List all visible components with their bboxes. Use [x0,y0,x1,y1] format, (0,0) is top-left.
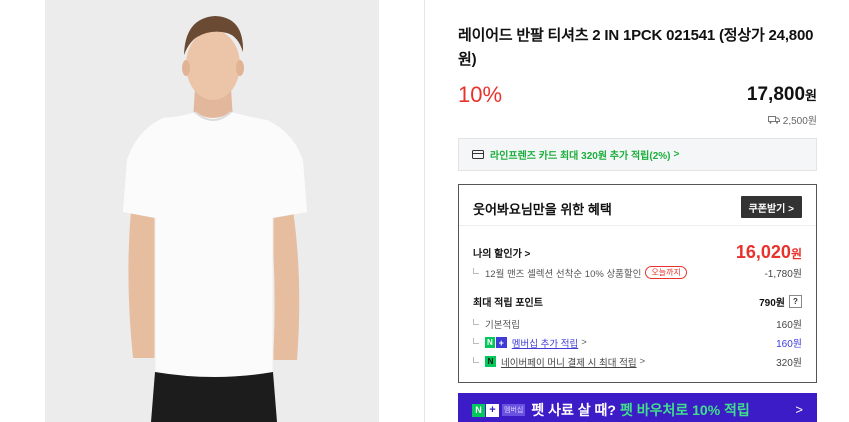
model-photo [45,0,379,422]
membership-points-value: 160원 [776,339,802,350]
points-total-value: 790원 [759,298,785,309]
benefit-header: 웃어봐요님만을 위한 혜택 쿠폰받기 > [459,185,816,226]
membership-points: N + 멤버십 추가 적립 > [473,336,587,350]
plus-icon: + [486,403,499,417]
sale-price-value: 17,800 [746,84,806,105]
points-row: 최대 적립 포인트 790원 ? [473,294,802,309]
tree-branch-icon [473,268,479,274]
plus-icon: + [495,337,507,348]
tree-branch-icon [473,357,479,363]
coupon-detail-text: 12월 맨즈 셀렉션 선착순 10% 상품할인 [485,268,642,280]
npay-points-value: 320원 [776,358,802,369]
help-icon[interactable]: ? [789,295,802,308]
membership-points-row: N + 멤버십 추가 적립 > 160원 [473,335,802,350]
card-point-banner[interactable]: 라인프렌즈 카드 최대 320원 추가 적립(2%) > [458,138,817,171]
points-total: 790원 ? [759,294,802,309]
discount-rate: 10% [458,82,503,107]
naver-n-icon: N [485,337,495,348]
product-image[interactable] [45,0,379,422]
member-benefit-box: 웃어봐요님만을 위한 혜택 쿠폰받기 > 나의 할인가 > 16,020원 12… [458,184,817,383]
my-price-link[interactable]: 나의 할인가 > [473,245,530,260]
deadline-badge: 오늘까지 [645,266,687,279]
chevron-right-icon: > [795,402,803,417]
shipping-fee-value: 2,500원 [782,116,817,127]
npay-points: N 네이버페이 머니 결제 시 최대 적립 > [473,355,645,369]
product-title: 레이어드 반팔 티셔츠 2 IN 1PCK 021541 (정상가 24,800… [458,27,814,68]
pet-voucher-banner[interactable]: N + 멤버십 펫 사료 살 때? 펫 바우처로 10% 적립 > [458,393,817,422]
naver-pay-icon: N [485,356,496,367]
pet-banner-text: 펫 사료 살 때? [531,402,616,418]
truck-icon [767,115,780,124]
coupon-amount: -1,780원 [764,269,802,280]
basic-points-row: 기본적립 160원 [473,316,802,331]
coupon-row: 12월 맨즈 셀렉션 선착순 10% 상품할인 오늘까지 -1,780원 [473,265,802,280]
chevron-right-icon: > [639,356,646,367]
price-unit: 원 [805,88,817,103]
get-coupon-button[interactable]: 쿠폰받기 > [740,196,802,218]
my-price-row: 나의 할인가 > 16,020원 [473,242,802,263]
my-price-value: 16,020 [735,242,791,262]
chevron-right-icon: > [581,337,587,348]
membership-tag: 멤버십 [502,404,526,416]
naver-n-icon: N [472,403,485,417]
column-divider [424,0,425,422]
coupon-detail: 12월 맨즈 셀렉션 선착순 10% 상품할인 오늘까지 [473,266,687,280]
shipping-fee: 2,500원 [767,112,817,127]
tree-branch-icon [473,319,479,325]
basic-points: 기본적립 [473,317,520,331]
card-point-text: 라인프렌즈 카드 최대 320원 추가 적립(2%) [490,151,671,162]
npay-points-link[interactable]: 네이버페이 머니 결제 시 최대 적립 [501,355,637,369]
points-label: 최대 적립 포인트 [473,298,543,309]
membership-points-link[interactable]: 멤버십 추가 적립 [512,336,578,350]
basic-points-value: 160원 [776,320,802,331]
chevron-right-icon: > [673,149,680,160]
pet-banner-accent: 펫 바우처로 10% 적립 [619,402,750,418]
npay-points-row: N 네이버페이 머니 결제 시 최대 적립 > 320원 [473,354,802,369]
product-info-panel: 레이어드 반팔 티셔츠 2 IN 1PCK 021541 (정상가 24,800… [458,0,817,422]
credit-card-icon [472,150,484,159]
my-price-unit: 원 [790,247,802,261]
sale-price: 17,800원 [747,84,817,106]
benefit-title: 웃어봐요님만을 위한 혜택 [473,202,612,217]
my-price: 16,020원 [736,242,802,263]
tree-branch-icon [473,338,479,344]
basic-points-label: 기본적립 [485,319,520,331]
